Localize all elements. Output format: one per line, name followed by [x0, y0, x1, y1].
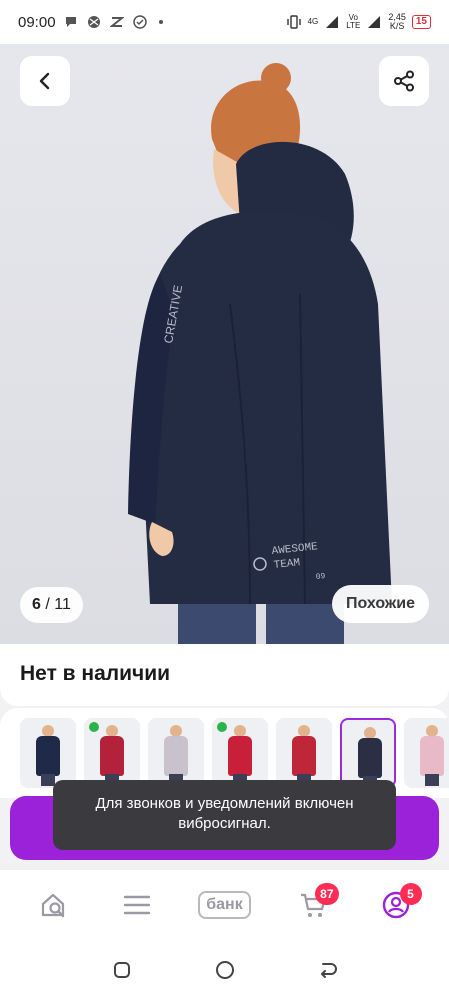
profile-badge: 5 [399, 883, 422, 905]
network-type: 4G [308, 18, 319, 26]
signal-icon-2 [366, 14, 382, 30]
nav-profile[interactable]: 5 [368, 883, 424, 927]
circle-icon [215, 961, 234, 979]
thumbnail-2[interactable] [84, 718, 140, 788]
image-counter-separator: / [40, 596, 55, 613]
availability-status: Нет в наличии [20, 662, 171, 685]
image-counter-current: 6 [32, 596, 41, 613]
thumbnail-jacket [292, 736, 316, 776]
share-button[interactable] [379, 56, 429, 106]
screen: 09:00 4G Vo LTE 2,45 K/S 15 CREATIVE AWE… [0, 0, 449, 1000]
signal-icon [324, 14, 340, 30]
volte-bottom-label: LTE [346, 21, 361, 30]
chevron-left-icon [39, 72, 50, 90]
availability-section: Нет в наличии [0, 644, 449, 706]
net-speed-unit: K/S [389, 21, 405, 31]
thumbnail-1[interactable] [20, 718, 76, 788]
thumbnail-jacket [100, 736, 124, 776]
thumbnail-jacket [164, 736, 188, 776]
thumbnail-5[interactable] [276, 718, 332, 788]
thumbnail-4[interactable] [212, 718, 268, 788]
share-icon [394, 70, 414, 92]
nav-catalog[interactable] [109, 883, 165, 927]
eco-badge-icon [89, 722, 99, 732]
nav-cart[interactable]: 87 [285, 883, 341, 927]
image-counter-total: 11 [54, 596, 71, 613]
net-speed: 2,45 K/S [388, 13, 406, 31]
app-notification-icon [109, 14, 125, 30]
network-type-label: 4G [307, 17, 319, 26]
thumbnail-figure-legs [41, 774, 55, 786]
home-search-icon [41, 893, 64, 918]
thumbnail-list [20, 718, 449, 788]
check-notification-icon [132, 14, 148, 30]
cart-badge: 87 [315, 883, 339, 905]
nav-bank[interactable]: банк [192, 883, 258, 927]
menu-icon [123, 895, 150, 915]
square-icon [113, 962, 130, 978]
thumbnail-6[interactable] [340, 718, 396, 788]
bottom-nav: банк 87 5 [0, 870, 449, 940]
recent-apps-button[interactable] [107, 955, 137, 985]
battery-indicator: 15 [411, 15, 431, 29]
volte-indicator: Vo LTE [346, 14, 360, 30]
back-button[interactable] [20, 56, 70, 106]
similar-button[interactable]: Похожие [331, 585, 429, 623]
back-arrow-icon [320, 963, 337, 978]
eco-badge-icon [217, 722, 227, 732]
system-back-button[interactable] [313, 955, 343, 985]
system-nav-bar [0, 940, 449, 1000]
vibrate-icon [286, 14, 302, 30]
thumbnail-jacket [36, 736, 60, 776]
thumbnail-7[interactable] [404, 718, 449, 788]
thumbnail-figure-legs [425, 774, 439, 786]
thumbnail-jacket [228, 736, 252, 776]
thumbnail-jacket [420, 736, 444, 776]
status-bar: 09:00 4G Vo LTE 2,45 K/S 15 [0, 0, 449, 44]
nav-home[interactable] [26, 883, 82, 927]
thumbnail-jacket [358, 738, 382, 778]
image-counter: 6 / 11 [20, 587, 83, 623]
chat-notification-icon [63, 14, 79, 30]
clock: 09:00 [18, 13, 56, 31]
more-notifications-dot [158, 20, 163, 24]
vibration-toast: Для звонков и уведомлений включен виброс… [53, 780, 396, 850]
back-print-number: 09 [315, 572, 326, 582]
product-image-gallery[interactable]: CREATIVE AWESOME TEAM 09 6 / 11 Похожие [0, 44, 449, 644]
thumbnail-3[interactable] [148, 718, 204, 788]
product-photo: CREATIVE AWESOME TEAM 09 [128, 63, 392, 644]
home-button[interactable] [210, 955, 240, 985]
ball-notification-icon [86, 14, 102, 30]
bank-icon: банк [198, 891, 251, 919]
